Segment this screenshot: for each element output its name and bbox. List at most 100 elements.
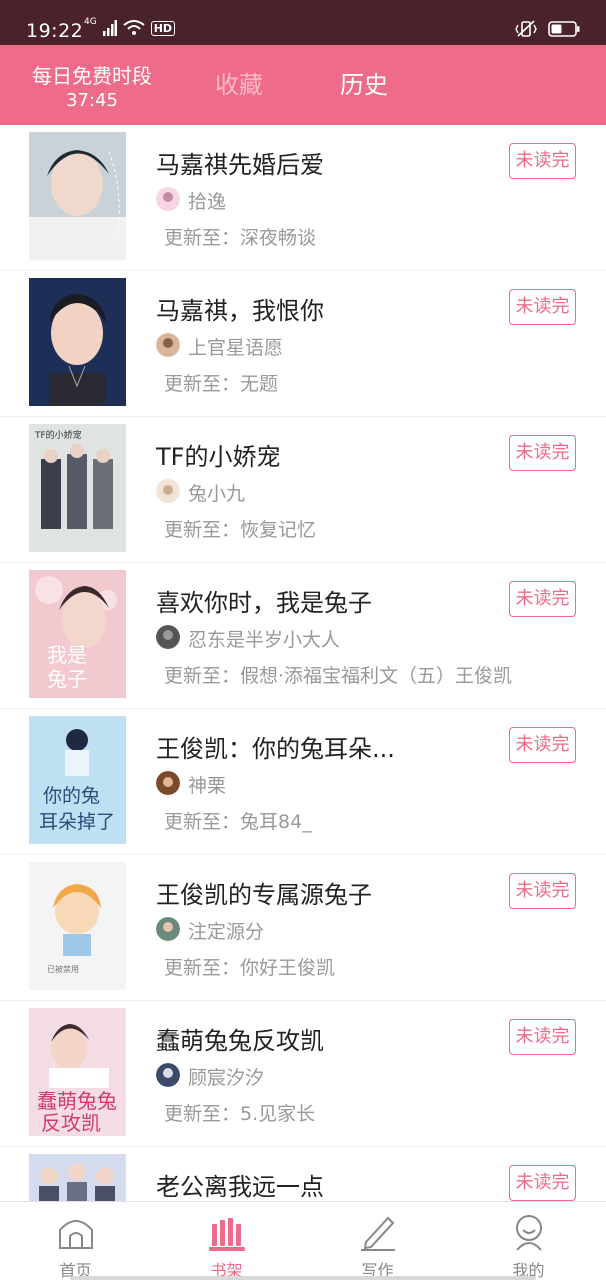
svg-text:蠢萌兔兔: 蠢萌兔兔 (37, 1089, 117, 1113)
unread-badge[interactable]: 未读完 (509, 289, 576, 325)
svg-text:兔子: 兔子 (47, 667, 87, 691)
nav-home[interactable]: 首页 (0, 1202, 151, 1280)
top-header: 每日免费时段 37:45 收藏 历史 (0, 45, 606, 125)
update-prefix: 更新至： (164, 957, 241, 979)
book-title: 喜欢你时，我是兔子 (156, 589, 372, 617)
author-avatar (156, 333, 180, 357)
book-cover (29, 132, 126, 260)
update-prefix: 更新至： (164, 227, 241, 249)
profile-icon (516, 1215, 542, 1251)
book-row[interactable]: 马嘉祺，我恨你 上官星语愿 更新至：无题 未读完 (0, 271, 606, 417)
svg-text:反攻凯: 反攻凯 (41, 1111, 101, 1135)
update-info: 更新至：你好王俊凯 (164, 953, 335, 980)
nav-profile[interactable]: 我的 (453, 1202, 604, 1280)
update-info: 更新至：无题 (164, 369, 278, 396)
svg-text:你的兔: 你的兔 (43, 785, 100, 807)
author-avatar (156, 1063, 180, 1087)
author-avatar (156, 187, 180, 211)
update-chapter: 假想·添福宝福利文（五）王俊凯 (240, 665, 513, 687)
free-period-countdown: 37:45 (66, 90, 118, 111)
book-cover: 我是 兔子 (29, 570, 126, 698)
author-name: 注定源分 (188, 921, 265, 943)
wifi-icon (123, 20, 145, 35)
tab-favorites[interactable]: 收藏 (215, 69, 263, 101)
pencil-icon (361, 1216, 395, 1251)
svg-text:我是: 我是 (47, 643, 87, 667)
book-title: TF的小娇宠 (156, 443, 281, 471)
book-cover: 你的兔耳朵掉了 (29, 716, 126, 844)
book-cover: 已被禁用 (29, 862, 126, 990)
book-row[interactable]: 蠢萌兔兔 反攻凯 蠢萌兔兔反攻凯 顾宸汐汐 更新至：5.见家长 未读完 (0, 1001, 606, 1147)
tab-history[interactable]: 历史 (340, 69, 388, 101)
nav-write[interactable]: 写作 (302, 1202, 453, 1280)
nav-bookshelf[interactable]: 书架 (151, 1202, 302, 1280)
book-cover (29, 1154, 126, 1201)
unread-badge[interactable]: 未读完 (509, 727, 576, 763)
author-avatar (156, 479, 180, 503)
free-period-title: 每日免费时段 (32, 64, 152, 88)
svg-text:耳朵掉了: 耳朵掉了 (39, 811, 115, 833)
update-chapter: 恢复记忆 (240, 519, 317, 541)
author-name: 兔小九 (188, 483, 246, 505)
unread-badge[interactable]: 未读完 (509, 143, 576, 179)
book-title: 王俊凯：你的兔耳朵... (156, 735, 395, 763)
author-avatar (156, 625, 180, 649)
update-chapter: 你好王俊凯 (240, 957, 336, 979)
book-cover (29, 278, 126, 406)
update-info: 更新至：5.见家长 (164, 1099, 315, 1126)
unread-badge[interactable]: 未读完 (509, 581, 576, 617)
book-title: 老公离我远一点 (156, 1173, 324, 1201)
network-type: 4G (84, 17, 97, 27)
unread-badge[interactable]: 未读完 (509, 873, 576, 909)
update-prefix: 更新至： (164, 373, 241, 395)
author-name: 上官星语愿 (188, 337, 284, 359)
author-name: 拾逸 (188, 191, 227, 213)
status-icons-left: 4G HD (84, 17, 176, 36)
status-bar: 19:22 4G HD (0, 0, 606, 45)
battery-icon (548, 21, 580, 37)
bottom-nav: 首页 书架 写作 我的 (0, 1201, 606, 1280)
book-row[interactable]: 我是 兔子 喜欢你时，我是兔子 忍东是半岁小大人 更新至：假想·添福宝福利文（五）… (0, 563, 606, 709)
book-row[interactable]: 已被禁用 王俊凯的专属源兔子 注定源分 更新至：你好王俊凯 未读完 (0, 855, 606, 1001)
update-prefix: 更新至： (164, 665, 241, 687)
book-row[interactable]: 马嘉祺先婚后爱 拾逸 更新至：深夜畅谈 未读完 (0, 125, 606, 271)
update-prefix: 更新至： (164, 1103, 241, 1125)
book-title: 马嘉祺，我恨你 (156, 297, 324, 325)
svg-text:TF的小娇宠: TF的小娇宠 (34, 429, 82, 441)
update-prefix: 更新至： (164, 811, 241, 833)
unread-badge[interactable]: 未读完 (509, 1019, 576, 1055)
book-title: 王俊凯的专属源兔子 (156, 881, 372, 909)
book-cover: TF的小娇宠 (29, 424, 126, 552)
vibrate-icon (515, 20, 537, 37)
book-row[interactable]: 你的兔耳朵掉了 王俊凯：你的兔耳朵... 神栗 更新至：兔耳84_ 未读完 (0, 709, 606, 855)
update-info: 更新至：深夜畅谈 (164, 223, 316, 250)
update-chapter: 兔耳84_ (240, 811, 312, 833)
update-info: 更新至：假想·添福宝福利文（五）王俊凯 (164, 661, 512, 688)
home-icon (59, 1220, 93, 1249)
update-info: 更新至：兔耳84_ (164, 807, 312, 834)
update-chapter: 无题 (240, 373, 279, 395)
hd-icon: HD (150, 20, 176, 36)
svg-text:已被禁用: 已被禁用 (47, 964, 79, 974)
book-title: 蠢萌兔兔反攻凯 (156, 1027, 324, 1055)
home-indicator[interactable] (70, 1276, 536, 1280)
author-avatar (156, 917, 180, 941)
author-avatar (156, 771, 180, 795)
book-row[interactable]: TF的小娇宠 TF的小娇宠 兔小九 更新至：恢复记忆 未读完 (0, 417, 606, 563)
book-title: 马嘉祺先婚后爱 (156, 151, 324, 179)
update-chapter: 5.见家长 (240, 1103, 316, 1125)
free-period-box[interactable]: 每日免费时段 37:45 (24, 63, 160, 113)
author-name: 忍东是半岁小大人 (188, 629, 341, 651)
book-row[interactable]: 老公离我远一点 未读完 (0, 1147, 606, 1201)
book-cover: 蠢萌兔兔 反攻凯 (29, 1008, 126, 1136)
author-name: 神栗 (188, 775, 227, 797)
status-icons-right (514, 20, 580, 38)
book-list: 马嘉祺先婚后爱 拾逸 更新至：深夜畅谈 未读完 马嘉祺，我恨你 上官星语愿 更新… (0, 125, 606, 1201)
unread-badge[interactable]: 未读完 (509, 1165, 576, 1201)
update-chapter: 深夜畅谈 (240, 227, 317, 249)
status-time: 19:22 (26, 20, 84, 42)
unread-badge[interactable]: 未读完 (509, 435, 576, 471)
author-name: 顾宸汐汐 (188, 1067, 265, 1089)
update-info: 更新至：恢复记忆 (164, 515, 316, 542)
update-prefix: 更新至： (164, 519, 241, 541)
